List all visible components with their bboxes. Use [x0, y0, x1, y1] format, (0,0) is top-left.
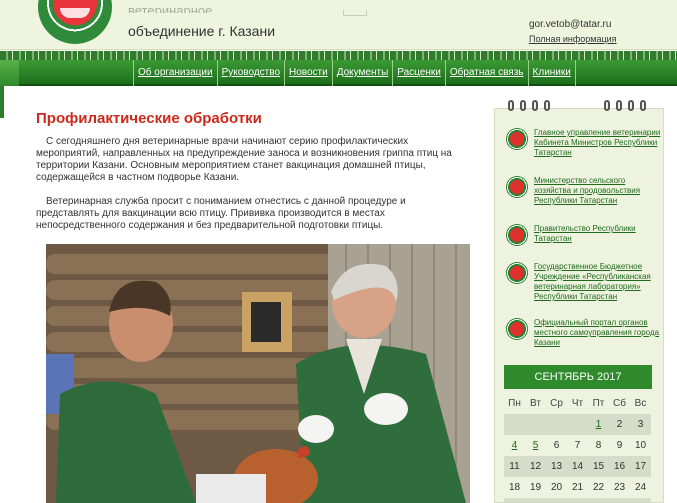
emblem-icon — [506, 224, 528, 246]
ring-decoration — [628, 100, 634, 111]
calendar-day: 15 — [588, 456, 609, 477]
nav-item-clinics[interactable]: Клиники — [527, 60, 576, 86]
org-name-line2: объединение г. Казани — [128, 23, 276, 39]
notebook-rings — [508, 100, 658, 116]
calendar-day: 25 — [504, 498, 525, 503]
calendar-day: 19 — [529, 482, 542, 493]
contact-email[interactable]: gor.vetob@tatar.ru — [529, 19, 611, 30]
org-name-line1: ветеринарное — [128, 4, 213, 13]
calendar-day: 28 — [567, 498, 588, 503]
calendar-weekday: Сб — [613, 398, 626, 409]
ring-decoration — [604, 100, 610, 111]
calendar-empty-cell — [567, 414, 588, 435]
calendar-empty-cell — [504, 414, 525, 435]
calendar-day: 7 — [574, 440, 581, 451]
page: ветеринарное объединение г. Казани gor.v… — [0, 0, 677, 503]
calendar-day[interactable]: 5 — [525, 435, 546, 456]
left-edge-bar — [0, 86, 4, 118]
calendar-day: 29 — [588, 498, 609, 503]
nav-item-prices[interactable]: Расценки — [392, 60, 445, 86]
calendar-weekday: Вс — [634, 398, 647, 409]
site-header: ветеринарное объединение г. Казани gor.v… — [0, 0, 677, 50]
calendar-day: 22 — [592, 482, 605, 493]
calendar-day: 27 — [546, 498, 567, 503]
calendar-day: 8 — [595, 440, 602, 451]
calendar-day: 9 — [616, 440, 623, 451]
calendar-day[interactable]: 4 — [504, 435, 525, 456]
calendar-day: 14 — [567, 456, 588, 477]
nav-left-block — [0, 60, 19, 86]
article-title: Профилактические обработки — [36, 110, 262, 127]
vaccination-photo-illustration — [46, 244, 470, 503]
organization-logo[interactable] — [38, 0, 112, 44]
article-photo — [46, 244, 470, 503]
emblem-icon — [506, 262, 528, 284]
calendar-widget: СЕНТЯБРЬ 2017 Пн Вт Ср Чт Пт Сб Вс 1 2 3 4 5 6 7 8 9 10 1… — [504, 365, 654, 503]
calendar-day: 2 — [609, 414, 630, 435]
nav-item-about[interactable]: Об организации — [133, 60, 217, 86]
calendar-weekday: Вт — [530, 398, 541, 409]
sidebar-link-label[interactable]: Правительство Республики Татарстан — [534, 224, 662, 244]
calendar-day: 30 — [609, 498, 630, 503]
calendar-day: 16 — [609, 456, 630, 477]
calendar-day: 24 — [634, 482, 647, 493]
calendar-day: 3 — [630, 414, 651, 435]
emblem-icon — [506, 176, 528, 198]
calendar-day: 12 — [525, 456, 546, 477]
calendar-day: 11 — [504, 456, 525, 477]
ring-decoration — [640, 100, 646, 111]
nav-item-news[interactable]: Новости — [284, 60, 332, 86]
calendar-day: 20 — [550, 482, 563, 493]
ring-decoration — [520, 100, 526, 111]
article-paragraph: Ветеринарная служба просит с пониманием … — [36, 196, 406, 231]
sidebar-link-label[interactable]: Государственное Бюджетное Учреждение «Ре… — [534, 262, 662, 302]
nav-item-management[interactable]: Руководство — [216, 60, 284, 86]
ring-decoration — [508, 100, 514, 111]
ring-decoration — [532, 100, 538, 111]
calendar-day: 23 — [613, 482, 626, 493]
header-decoration — [343, 10, 367, 16]
calendar-grid: Пн Вт Ср Чт Пт Сб Вс 1 2 3 4 5 6 7 8 9 10 11 12 13 14 15 16 17 1… — [504, 393, 652, 503]
logo-mark — [60, 8, 90, 18]
calendar-weekday: Пн — [508, 398, 521, 409]
calendar-weekday: Ср — [550, 398, 563, 409]
ornament-band — [0, 51, 677, 60]
calendar-day: 13 — [546, 456, 567, 477]
ring-decoration — [616, 100, 622, 111]
sidebar-link-label[interactable]: Министерство сельского хозяйства и продо… — [534, 176, 662, 206]
calendar-day: 18 — [508, 482, 521, 493]
calendar-weekday: Пт — [592, 398, 605, 409]
calendar-day: 6 — [553, 440, 560, 451]
calendar-day: 10 — [634, 440, 647, 451]
calendar-day: 21 — [571, 482, 584, 493]
calendar-weekday: Чт — [571, 398, 584, 409]
nav-item-feedback[interactable]: Обратная связь — [444, 60, 528, 86]
emblem-icon — [506, 318, 528, 340]
nav-item-documents[interactable]: Документы — [331, 60, 393, 86]
calendar-day[interactable]: 1 — [588, 414, 609, 435]
calendar-empty-cell — [546, 414, 567, 435]
sidebar-link-label[interactable]: Официальный портал органов местного само… — [534, 318, 662, 348]
calendar-month-header[interactable]: СЕНТЯБРЬ 2017 — [504, 365, 652, 389]
calendar-day: 17 — [630, 456, 651, 477]
sidebar-link-label[interactable]: Главное управление ветеринарии Кабинета … — [534, 128, 662, 158]
main-nav: Об организации Руководство Новости Докум… — [0, 60, 677, 86]
emblem-icon — [506, 128, 528, 150]
ring-decoration — [544, 100, 550, 111]
calendar-empty-cell — [525, 414, 546, 435]
calendar-empty-cell — [630, 498, 651, 503]
full-info-link[interactable]: Полная информация — [529, 34, 617, 44]
article-paragraph: С сегодняшнего дня ветеринарные врачи на… — [36, 136, 452, 183]
calendar-day: 26 — [525, 498, 546, 503]
